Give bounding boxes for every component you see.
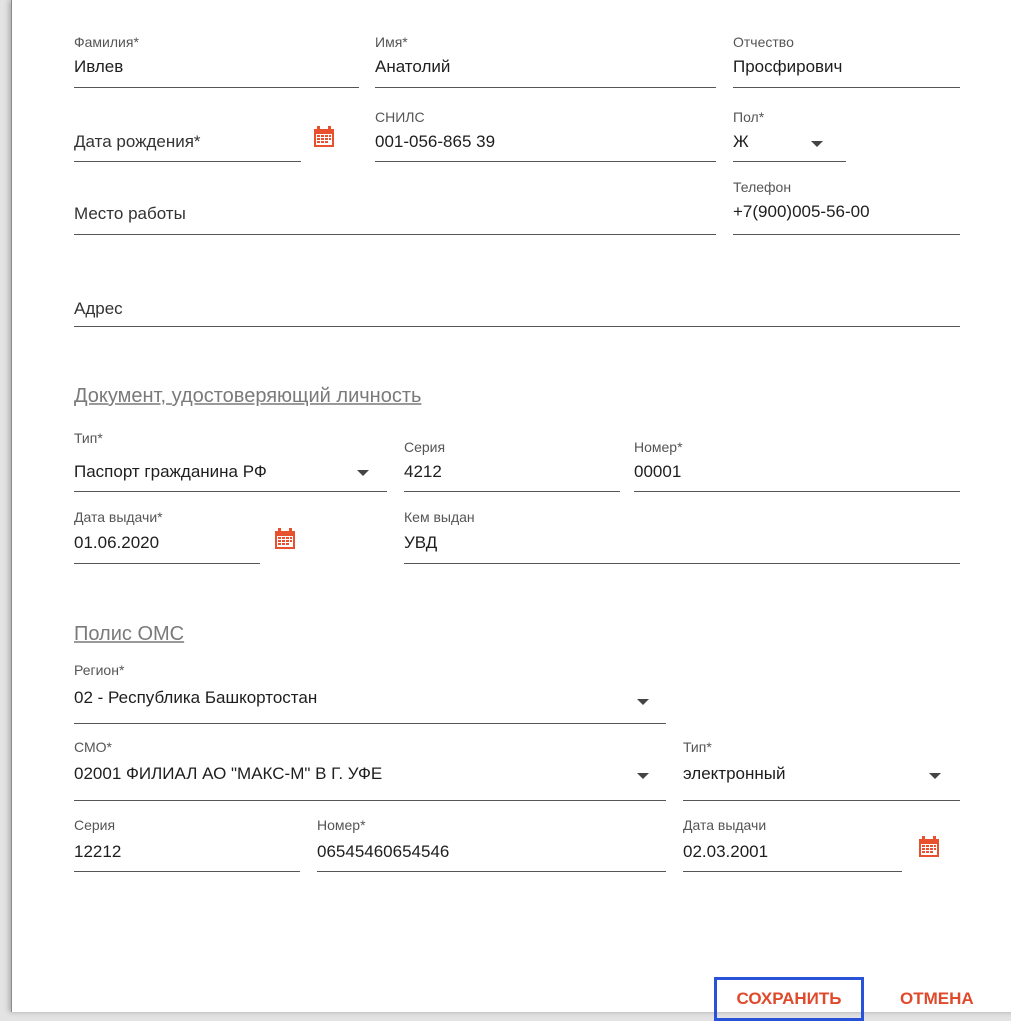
- oms-type-chevron-down-icon[interactable]: [929, 773, 941, 779]
- oms-number-label: Номер*: [317, 817, 366, 833]
- oms-region-chevron-down-icon[interactable]: [637, 699, 649, 705]
- id-doc-number-label: Номер*: [634, 439, 683, 455]
- oms-issue-date-calendar-icon[interactable]: [918, 836, 940, 858]
- oms-smo-value[interactable]: 02001 ФИЛИАЛ АО "МАКС-М" В Г. УФЕ: [74, 764, 382, 784]
- id-doc-type-label: Тип*: [74, 430, 103, 446]
- id-doc-type-select[interactable]: Тип* Паспорт гражданина РФ: [74, 426, 387, 492]
- sex-select[interactable]: Пол* Ж: [733, 105, 846, 163]
- birth-date-field[interactable]: Дата рождения*: [74, 105, 301, 163]
- id-doc-number-underline: [634, 491, 960, 492]
- oms-issue-date-underline: [683, 871, 902, 872]
- snils-value[interactable]: 001-056-865 39: [375, 132, 495, 152]
- patronymic-underline: [733, 87, 960, 88]
- snils-field[interactable]: СНИЛС 001-056-865 39: [375, 105, 716, 163]
- birth-date-placeholder: Дата рождения*: [74, 132, 201, 151]
- sex-chevron-down-icon[interactable]: [811, 141, 823, 147]
- id-doc-series-value[interactable]: 4212: [404, 462, 442, 482]
- last-name-field[interactable]: Фамилия* Ивлев: [74, 30, 359, 90]
- last-name-underline: [74, 87, 359, 88]
- id-doc-issued-by-label: Кем выдан: [404, 509, 475, 525]
- id-doc-series-label: Серия: [404, 439, 446, 455]
- id-doc-issue-date-underline: [74, 563, 260, 564]
- oms-number-value[interactable]: 06545460654546: [317, 842, 449, 862]
- last-name-value[interactable]: Ивлев: [74, 57, 123, 77]
- id-doc-issue-date-value[interactable]: 01.06.2020: [74, 533, 159, 553]
- id-doc-issue-date-field[interactable]: Дата выдачи* 01.06.2020: [74, 506, 260, 564]
- oms-series-underline: [74, 871, 300, 872]
- oms-smo-chevron-down-icon[interactable]: [637, 773, 649, 779]
- phone-value[interactable]: +7(900)005-56-00: [733, 202, 870, 222]
- id-doc-issued-by-underline: [404, 563, 960, 564]
- oms-smo-label: СМО*: [74, 739, 112, 755]
- cancel-button[interactable]: ОТМЕНА: [900, 977, 1011, 1021]
- oms-number-underline: [317, 871, 666, 872]
- id-doc-issue-date-calendar-icon[interactable]: [274, 528, 296, 550]
- oms-region-select[interactable]: Регион* 02 - Республика Башкортостан: [74, 660, 666, 724]
- first-name-value[interactable]: Анатолий: [375, 57, 450, 77]
- patronymic-field[interactable]: Отчество Просфирович: [733, 30, 960, 90]
- oms-policy-section-title: Полис ОМС: [74, 623, 185, 645]
- patronymic-value[interactable]: Просфирович: [733, 57, 842, 77]
- address-underline: [74, 326, 960, 327]
- phone-field[interactable]: Телефон +7(900)005-56-00: [733, 178, 960, 236]
- snils-underline: [375, 161, 716, 162]
- oms-smo-underline: [74, 800, 666, 801]
- save-button[interactable]: СОХРАНИТЬ: [714, 977, 864, 1021]
- oms-type-select[interactable]: Тип* электронный: [683, 737, 960, 801]
- first-name-field[interactable]: Имя* Анатолий: [375, 30, 716, 90]
- workplace-field[interactable]: Место работы: [74, 180, 716, 236]
- workplace-placeholder: Место работы: [74, 204, 186, 223]
- id-doc-issue-date-label: Дата выдачи*: [74, 509, 163, 525]
- oms-region-value[interactable]: 02 - Республика Башкортостан: [74, 688, 317, 708]
- id-doc-number-value[interactable]: 00001: [634, 462, 681, 482]
- address-placeholder: Адрес: [74, 299, 123, 318]
- oms-issue-date-label: Дата выдачи: [683, 817, 767, 833]
- sex-value[interactable]: Ж: [733, 132, 749, 152]
- id-doc-series-underline: [404, 491, 620, 492]
- oms-series-label: Серия: [74, 817, 116, 833]
- last-name-label: Фамилия*: [74, 34, 139, 50]
- oms-issue-date-field[interactable]: Дата выдачи 02.03.2001: [683, 815, 902, 873]
- workplace-underline: [74, 234, 716, 235]
- id-doc-type-chevron-down-icon[interactable]: [357, 470, 369, 476]
- oms-type-label: Тип*: [683, 739, 712, 755]
- oms-type-value[interactable]: электронный: [683, 764, 786, 784]
- id-document-section-title: Документ, удостоверяющий личность: [74, 385, 422, 407]
- oms-issue-date-value[interactable]: 02.03.2001: [683, 842, 768, 862]
- phone-underline: [733, 234, 960, 235]
- phone-label: Телефон: [733, 179, 792, 195]
- patient-form-dialog: Фамилия* Ивлев Имя* Анатолий Отчество Пр…: [11, 0, 1011, 1021]
- address-field[interactable]: Адрес: [74, 272, 960, 328]
- sex-label: Пол*: [733, 109, 765, 125]
- first-name-underline: [375, 87, 716, 88]
- id-doc-issued-by-field[interactable]: Кем выдан УВД: [404, 506, 960, 564]
- oms-type-underline: [683, 800, 960, 801]
- id-doc-type-underline: [74, 491, 387, 492]
- first-name-label: Имя*: [375, 34, 408, 50]
- id-doc-number-field[interactable]: Номер* 00001: [634, 436, 960, 492]
- id-doc-type-value[interactable]: Паспорт гражданина РФ: [74, 462, 267, 482]
- oms-region-label: Регион*: [74, 662, 125, 678]
- oms-region-underline: [74, 723, 666, 724]
- oms-series-field[interactable]: Серия 12212: [74, 815, 300, 873]
- patronymic-label: Отчество: [733, 34, 794, 50]
- oms-number-field[interactable]: Номер* 06545460654546: [317, 815, 666, 873]
- snils-label: СНИЛС: [375, 109, 425, 125]
- id-doc-issued-by-value[interactable]: УВД: [404, 533, 437, 553]
- id-doc-series-field[interactable]: Серия 4212: [404, 436, 620, 492]
- birth-date-underline: [74, 161, 301, 162]
- oms-smo-select[interactable]: СМО* 02001 ФИЛИАЛ АО "МАКС-М" В Г. УФЕ: [74, 737, 666, 801]
- birth-date-calendar-icon[interactable]: [313, 126, 335, 148]
- sex-underline: [733, 161, 846, 162]
- oms-series-value[interactable]: 12212: [74, 842, 121, 862]
